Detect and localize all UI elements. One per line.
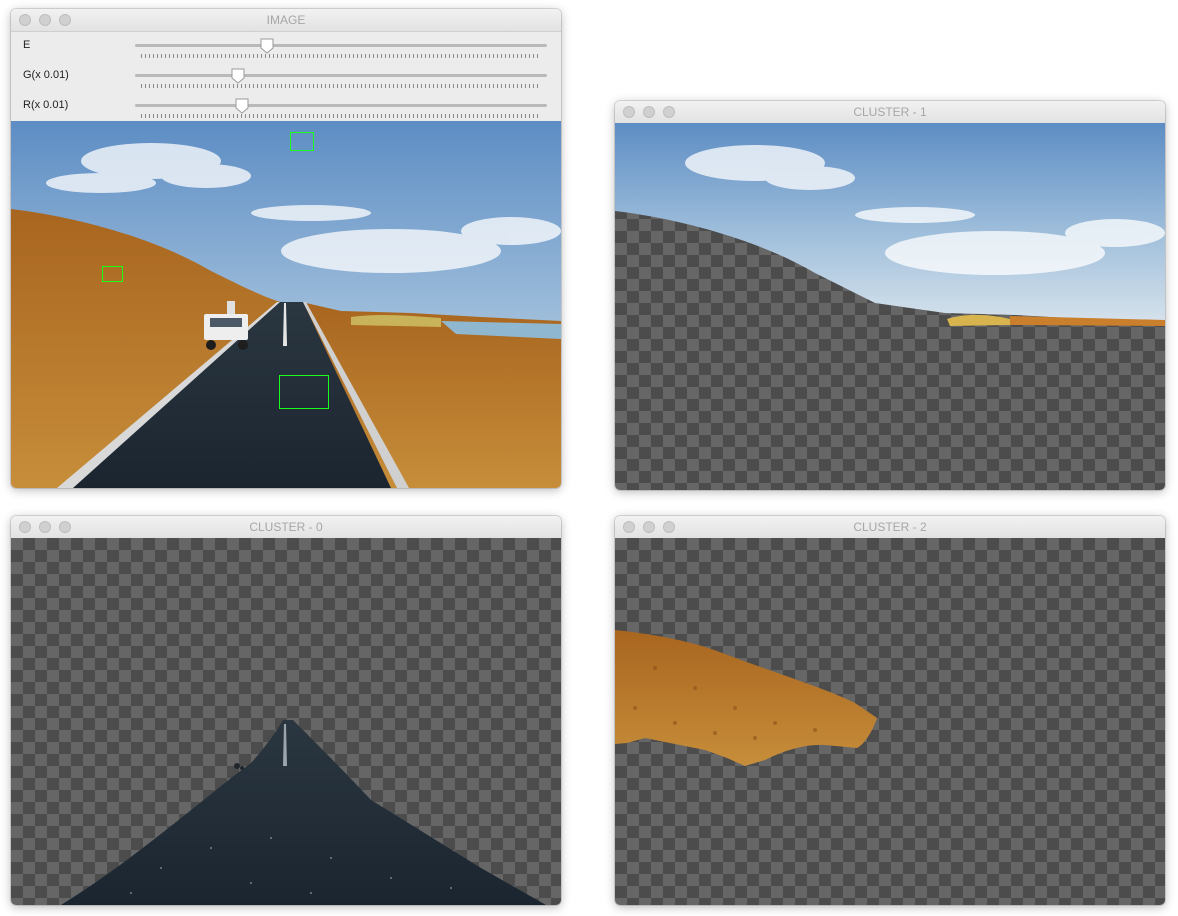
slider-thumb[interactable] (235, 98, 249, 114)
cluster-1-window: CLUSTER - 1 (615, 101, 1165, 490)
slider-ticks (141, 114, 541, 118)
trackbar-label: R(x 0.01) (23, 99, 69, 111)
selection-box (279, 375, 329, 409)
slider-thumb[interactable] (231, 68, 245, 84)
selection-box (102, 266, 123, 282)
window-title: IMAGE (266, 13, 306, 27)
trackbar-g: G(x 0.01) (11, 61, 561, 91)
cluster-2-canvas[interactable] (615, 538, 1165, 905)
window-title: CLUSTER - 0 (249, 520, 323, 534)
window-title: CLUSTER - 2 (853, 520, 927, 534)
trackbar-label: E (23, 39, 31, 51)
cluster-1-canvas[interactable] (615, 123, 1165, 490)
cluster-0-canvas[interactable] (11, 538, 561, 905)
cluster-0-mask (11, 538, 561, 905)
cluster-0-titlebar[interactable]: CLUSTER - 0 (11, 516, 561, 539)
slider-ticks (141, 54, 541, 58)
slider-track[interactable] (135, 104, 547, 107)
slider-track[interactable] (135, 74, 547, 77)
trackbar-e: E (11, 31, 561, 61)
trackbar-r: R(x 0.01) (11, 91, 561, 121)
slider-thumb[interactable] (260, 38, 274, 54)
cluster-2-mask (615, 538, 1165, 905)
slider-track[interactable] (135, 44, 547, 47)
image-canvas[interactable] (11, 121, 561, 488)
window-title: CLUSTER - 1 (853, 105, 927, 119)
cluster-2-window: CLUSTER - 2 (615, 516, 1165, 905)
cluster-1-mask (615, 123, 1165, 490)
image-window-titlebar[interactable]: IMAGE (11, 9, 561, 32)
cluster-0-window: CLUSTER - 0 (11, 516, 561, 905)
image-window: IMAGE E G(x 0.01) R(x 0.01) (11, 9, 561, 488)
cluster-2-titlebar[interactable]: CLUSTER - 2 (615, 516, 1165, 539)
selection-box (290, 132, 314, 151)
slider-ticks (141, 84, 541, 88)
trackbar-label: G(x 0.01) (23, 69, 69, 81)
cluster-1-titlebar[interactable]: CLUSTER - 1 (615, 101, 1165, 124)
road-photo (11, 121, 561, 488)
